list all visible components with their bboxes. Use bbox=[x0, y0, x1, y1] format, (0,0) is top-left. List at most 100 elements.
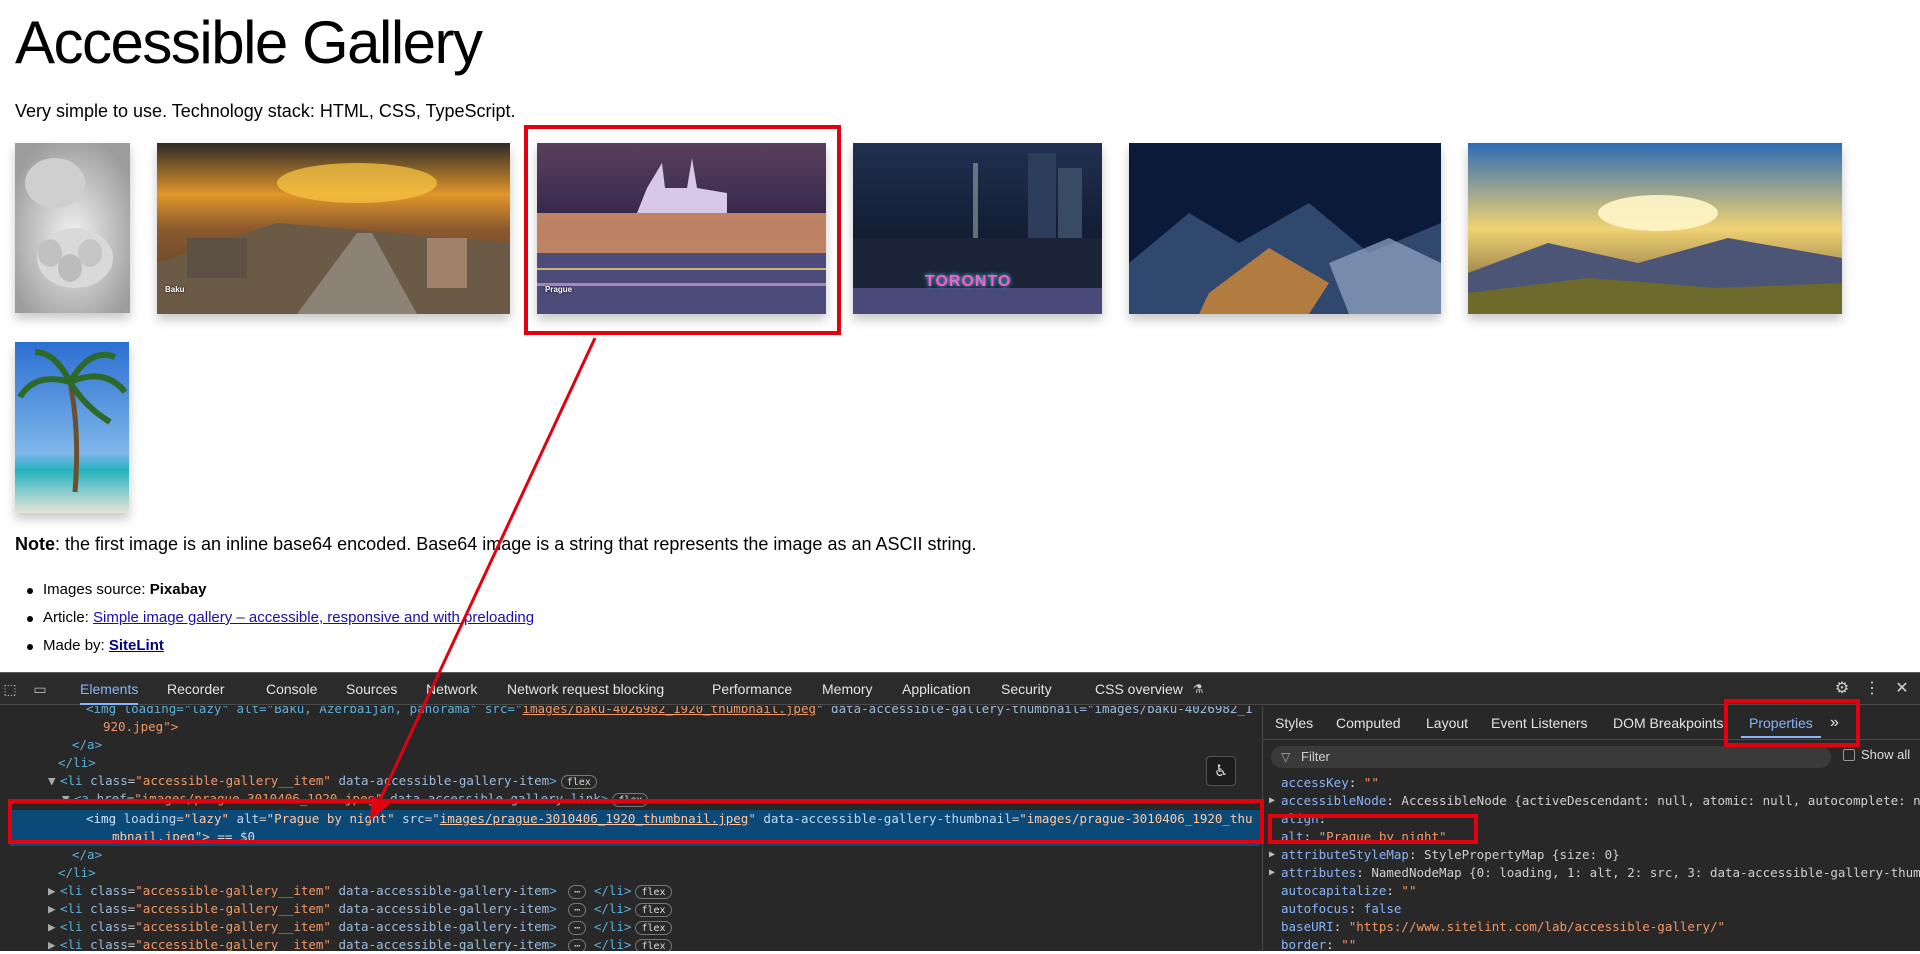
property-row[interactable]: ▶ attributes: NamedNodeMap {0: loading, 1… bbox=[1269, 864, 1920, 882]
tab-performance[interactable]: Performance bbox=[712, 673, 792, 705]
list-item: Made by: SiteLint bbox=[27, 636, 534, 664]
property-value: "" bbox=[1401, 883, 1417, 898]
property-row[interactable]: autofocus: false bbox=[1281, 900, 1401, 918]
dom-link[interactable]: images/baku-4026982_1920_thumbnail.jpeg bbox=[523, 706, 817, 716]
more-options-icon[interactable]: ⋮ bbox=[1862, 679, 1882, 699]
dom-line[interactable]: ▼ <a href="images/prague-3010406_1920.jpe… bbox=[0, 790, 649, 808]
devtools-tab-bar: ⬚ ▭ Elements Recorder Console Sources Ne… bbox=[0, 673, 1920, 705]
property-row[interactable]: ▶ accessibleNode: AccessibleNode {activeD… bbox=[1269, 792, 1920, 810]
dom-line[interactable]: </li> bbox=[0, 864, 96, 882]
dom-text: data-accessible-gallery-thumbnail bbox=[755, 811, 1012, 826]
ellipsis-badge[interactable]: ⋯ bbox=[568, 902, 587, 917]
note-label: Note bbox=[15, 534, 55, 554]
expand-triangle-icon[interactable]: ▼ bbox=[48, 772, 60, 790]
property-row[interactable]: baseURI: "https://www.sitelint.com/lab/a… bbox=[1281, 918, 1725, 936]
dom-line-collapsed-li[interactable]: ▶ <li class="accessible-gallery__item" da… bbox=[0, 918, 672, 936]
dom-line-selected[interactable]: <img loading="lazy" alt="Prague by night… bbox=[10, 810, 1260, 846]
thumb-sunset-hills[interactable] bbox=[1468, 143, 1842, 314]
page-title: Accessible Gallery bbox=[15, 9, 483, 76]
tab-event-listeners[interactable]: Event Listeners bbox=[1491, 706, 1588, 740]
property-key: accessibleNode bbox=[1281, 793, 1387, 808]
expand-triangle-icon[interactable]: ▼ bbox=[62, 790, 74, 808]
property-row[interactable]: ▶ attributeStyleMap: StylePropertyMap {si… bbox=[1269, 846, 1620, 864]
tab-memory[interactable]: Memory bbox=[822, 673, 873, 705]
dom-text: > bbox=[549, 773, 557, 788]
toronto-sign: TORONTO bbox=[925, 273, 1012, 290]
collapsed-triangle-icon[interactable]: ▶ bbox=[48, 882, 60, 900]
property-row-alt[interactable]: alt: "Prague by night" bbox=[1281, 828, 1447, 846]
tab-layout[interactable]: Layout bbox=[1426, 706, 1468, 740]
tab-css-overview[interactable]: CSS overview bbox=[1095, 673, 1183, 705]
tab-styles[interactable]: Styles bbox=[1275, 706, 1313, 740]
flex-badge[interactable]: flex bbox=[612, 792, 649, 807]
sitelint-link[interactable]: SiteLint bbox=[109, 637, 164, 654]
tab-computed[interactable]: Computed bbox=[1336, 706, 1401, 740]
tab-network-request-blocking[interactable]: Network request blocking bbox=[507, 673, 664, 705]
dom-text: <li bbox=[60, 937, 91, 951]
tab-dom-breakpoints[interactable]: DOM Breakpoints bbox=[1613, 706, 1723, 740]
inspect-element-icon[interactable]: ⬚ bbox=[0, 679, 20, 699]
thumb-toronto[interactable]: TORONTO bbox=[853, 143, 1102, 314]
tab-security[interactable]: Security bbox=[1001, 673, 1052, 705]
dom-text: 920.jpeg"> bbox=[103, 719, 179, 734]
thumb-caption: Baku bbox=[165, 285, 185, 294]
dom-link[interactable]: images/prague-3010406_1920_thumbnail.jpe… bbox=[440, 811, 749, 826]
dom-text: "images/prague-3010406_1920_thu bbox=[1019, 811, 1253, 826]
property-row[interactable]: align: "" bbox=[1281, 810, 1349, 828]
property-value: "Prague by night" bbox=[1318, 829, 1447, 844]
tab-recorder[interactable]: Recorder bbox=[167, 673, 225, 705]
dom-text: == $0 bbox=[209, 829, 255, 844]
properties-filter-input[interactable]: ▽ Filter bbox=[1271, 746, 1831, 768]
list-item: Images source: Pixabay bbox=[27, 580, 534, 608]
tab-network[interactable]: Network bbox=[426, 673, 477, 705]
tab-sources[interactable]: Sources bbox=[346, 673, 397, 705]
property-value: "https://www.sitelint.com/lab/accessible… bbox=[1348, 919, 1726, 934]
dom-line[interactable]: </a> bbox=[0, 736, 102, 754]
close-devtools-icon[interactable]: ✕ bbox=[1892, 679, 1912, 699]
thumb-palm-beach[interactable] bbox=[15, 342, 129, 513]
dom-line[interactable]: 920.jpeg"> bbox=[0, 718, 178, 736]
flex-badge[interactable]: flex bbox=[635, 902, 672, 917]
property-row[interactable]: autocapitalize: "" bbox=[1281, 882, 1416, 900]
device-toolbar-icon[interactable]: ▭ bbox=[30, 679, 50, 699]
article-link[interactable]: Simple image gallery – accessible, respo… bbox=[93, 609, 534, 626]
ellipsis-badge[interactable]: ⋯ bbox=[568, 938, 587, 951]
thumb-baku[interactable]: Baku bbox=[157, 143, 510, 314]
collapsed-triangle-icon[interactable]: ▶ bbox=[48, 936, 60, 951]
collapsed-triangle-icon[interactable]: ▶ bbox=[48, 900, 60, 918]
property-row[interactable]: accessKey: "" bbox=[1281, 774, 1379, 792]
ellipsis-badge[interactable]: ⋯ bbox=[568, 920, 587, 935]
more-tabs-chevron-icon[interactable]: » bbox=[1830, 706, 1839, 740]
thumb-prague[interactable]: Prague bbox=[537, 143, 826, 314]
checkbox-icon[interactable] bbox=[1843, 749, 1855, 761]
dom-line[interactable]: </li> bbox=[0, 754, 96, 772]
expand-triangle-icon[interactable]: ▶ bbox=[1269, 864, 1275, 882]
flex-badge[interactable]: flex bbox=[635, 884, 672, 899]
tab-properties[interactable]: Properties bbox=[1741, 706, 1821, 740]
ellipsis-badge[interactable]: ⋯ bbox=[568, 884, 587, 899]
thumb-mountain-village[interactable] bbox=[1129, 143, 1441, 314]
flex-badge[interactable]: flex bbox=[635, 938, 672, 951]
dom-line[interactable]: </a> bbox=[0, 846, 102, 864]
dom-line-collapsed-li[interactable]: ▶ <li class="accessible-gallery__item" da… bbox=[0, 882, 672, 900]
dom-text: "accessible-gallery__item" bbox=[135, 937, 331, 951]
flex-badge[interactable]: flex bbox=[560, 774, 597, 789]
settings-gear-icon[interactable]: ⚙ bbox=[1832, 679, 1852, 699]
expand-triangle-icon[interactable]: ▶ bbox=[1269, 792, 1275, 810]
tab-application[interactable]: Application bbox=[902, 673, 971, 705]
show-all-checkbox[interactable]: Show all bbox=[1843, 747, 1910, 762]
dom-text: "Prague by night" bbox=[266, 811, 395, 826]
dom-line-collapsed-li[interactable]: ▶ <li class="accessible-gallery__item" da… bbox=[0, 900, 672, 918]
accessibility-tree-toggle-icon[interactable]: ♿ bbox=[1206, 756, 1236, 786]
expand-triangle-icon[interactable]: ▶ bbox=[1269, 846, 1275, 864]
dom-line[interactable]: <img loading="lazy" alt="Baku, Azerbaija… bbox=[0, 706, 1253, 718]
dom-line[interactable]: ▼ <li class="accessible-gallery__item" da… bbox=[0, 772, 597, 790]
dom-line-collapsed-li[interactable]: ▶ <li class="accessible-gallery__item" da… bbox=[0, 936, 672, 951]
tab-console[interactable]: Console bbox=[266, 673, 317, 705]
tab-elements[interactable]: Elements bbox=[80, 673, 139, 705]
flex-badge[interactable]: flex bbox=[635, 920, 672, 935]
thumb-hands[interactable] bbox=[15, 143, 130, 313]
collapsed-triangle-icon[interactable]: ▶ bbox=[48, 918, 60, 936]
property-row[interactable]: border: "" bbox=[1281, 936, 1356, 954]
dom-text: " data-accessible-gallery-thumbnail="ima… bbox=[816, 706, 1253, 716]
